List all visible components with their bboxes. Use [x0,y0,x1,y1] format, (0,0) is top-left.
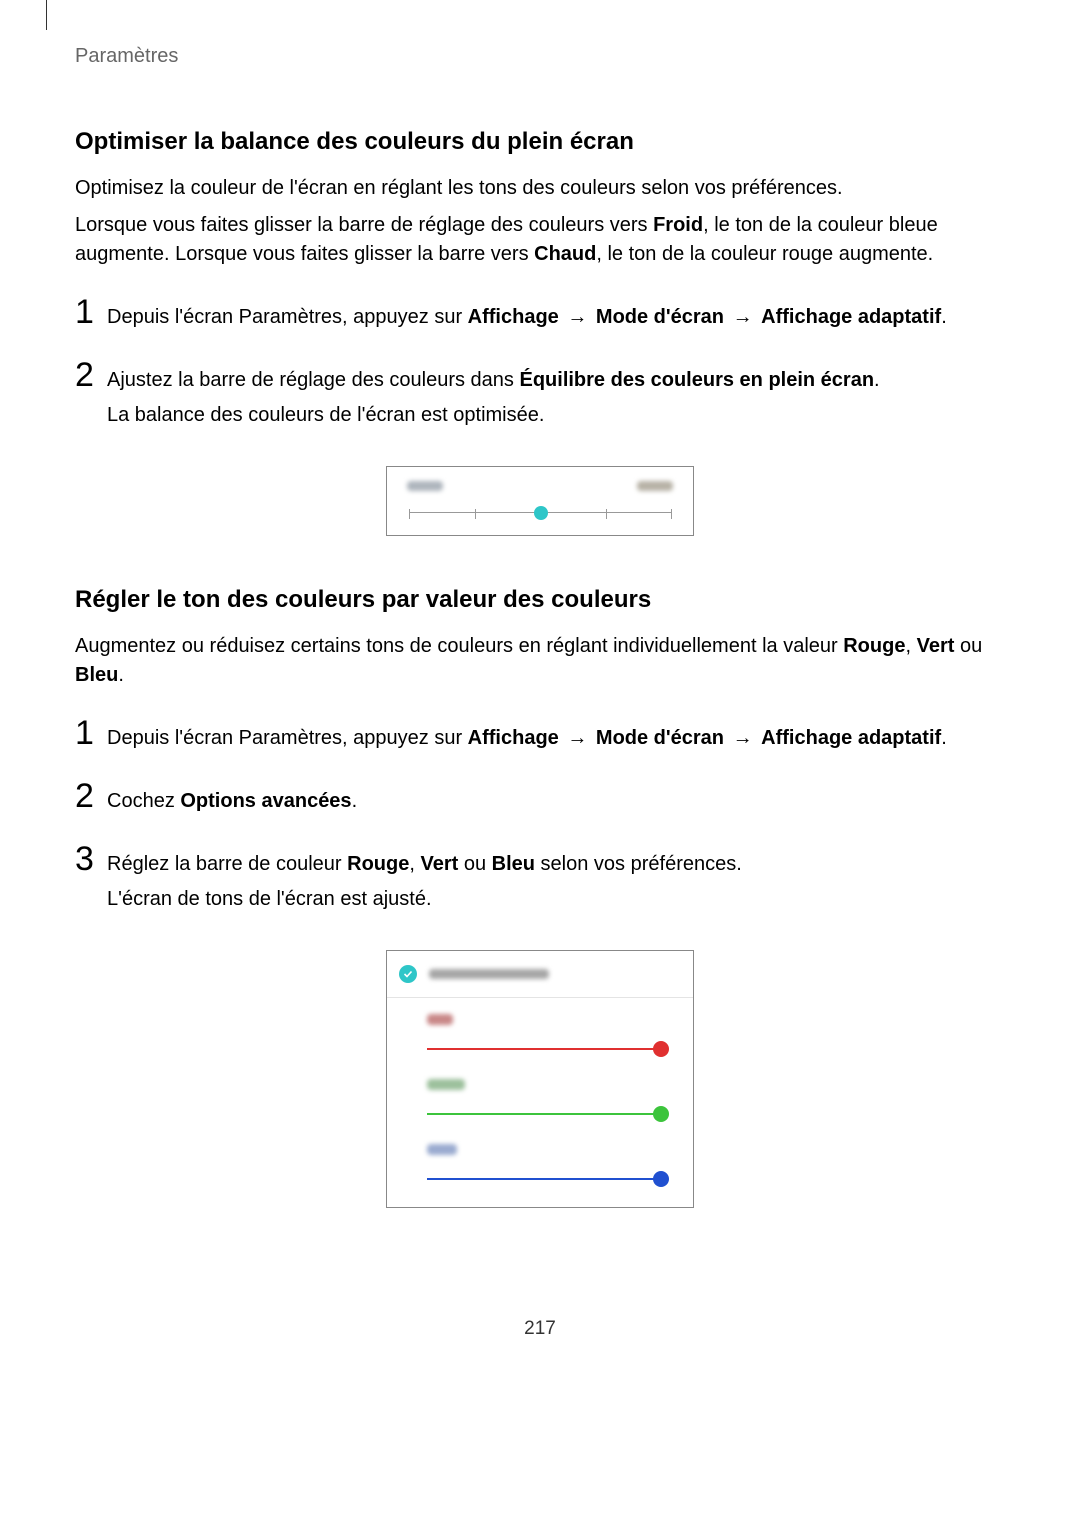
text-fragment: . [874,369,880,391]
text-fragment: , le ton de la couleur rouge augmente. [596,243,933,265]
bold-mode-ecran: Mode d'écran [596,727,724,749]
bold-adaptatif: Affichage adaptatif [761,727,941,749]
text-fragment: selon vos préférences. [535,853,742,875]
text-fragment: Depuis l'écran Paramètres, appuyez sur [107,306,468,328]
step-body: Réglez la barre de couleur Rouge, Vert o… [107,848,1005,920]
result-text: L'écran de tons de l'écran est ajusté. [107,885,1005,914]
text-fragment: Cochez [107,790,180,812]
bold-warm: Chaud [534,243,596,265]
text-fragment: Réglez la barre de couleur [107,853,347,875]
rgb-slider-row-blue [387,1128,693,1193]
slider-thumb[interactable] [534,506,548,520]
text-fragment: . [352,790,358,812]
text-fragment: , [409,853,420,875]
bold-adaptatif: Affichage adaptatif [761,306,941,328]
bold-equilibre: Équilibre des couleurs en plein écran [519,369,874,391]
bold-vert: Vert [917,635,955,657]
slider-tick [606,509,607,519]
slider-label-cold [407,481,443,491]
bold-affichage: Affichage [468,727,559,749]
step-body: Depuis l'écran Paramètres, appuyez sur A… [107,301,1005,332]
text-fragment: . [941,727,947,749]
slider-track [427,1113,659,1115]
checkmark-icon [399,965,417,983]
bold-cold: Froid [653,214,703,236]
text-fragment: Depuis l'écran Paramètres, appuyez sur [107,727,468,749]
advanced-options-checkbox-row[interactable] [387,951,693,998]
heading-adjust-tone-by-value: Régler le ton des couleurs par valeur de… [75,586,1005,614]
slider-track [427,1048,659,1050]
rgb-label-blue-blurred [427,1144,457,1155]
bold-vert: Vert [420,853,458,875]
slider-thumb[interactable] [653,1106,669,1122]
text-fragment: Augmentez ou réduisez certains tons de c… [75,635,843,657]
bold-mode-ecran: Mode d'écran [596,306,724,328]
arrow-icon: → [559,727,596,749]
bold-options-avancees: Options avancées [180,790,351,812]
slider-tick [409,509,410,519]
step-number: 1 [75,716,107,750]
step-body: Depuis l'écran Paramètres, appuyez sur A… [107,722,1005,753]
page-number: 217 [0,1318,1080,1340]
bold-rouge: Rouge [347,853,409,875]
slider-tick [671,509,672,519]
step-1: 1 Depuis l'écran Paramètres, appuyez sur… [75,301,1005,332]
breadcrumb: Paramètres [75,45,1005,68]
step-body: Ajustez la barre de réglage des couleurs… [107,364,1005,436]
arrow-icon: → [559,306,596,328]
bold-affichage: Affichage [468,306,559,328]
step-number: 2 [75,358,107,392]
step-number: 3 [75,842,107,876]
figure-color-balance-slider [386,466,694,536]
step-3: 3 Réglez la barre de couleur Rouge, Vert… [75,848,1005,920]
rgb-label-green-blurred [427,1079,465,1090]
text-fragment: Ajustez la barre de réglage des couleurs… [107,369,519,391]
slider-thumb[interactable] [653,1171,669,1187]
step-2: 2 Cochez Options avancées. [75,785,1005,816]
bold-bleu: Bleu [75,664,118,686]
advanced-options-label-blurred [429,969,549,979]
bold-bleu: Bleu [492,853,535,875]
page-top-marker [46,0,47,30]
step-1: 1 Depuis l'écran Paramètres, appuyez sur… [75,722,1005,753]
rgb-slider-green[interactable] [427,1108,669,1120]
rgb-slider-blue[interactable] [427,1173,669,1185]
rgb-label-red-blurred [427,1014,453,1025]
text-fragment: ou [458,853,491,875]
rgb-slider-row-green [387,1063,693,1128]
rgb-slider-red[interactable] [427,1043,669,1055]
result-text: La balance des couleurs de l'écran est o… [107,401,1005,430]
bold-rouge: Rouge [843,635,905,657]
text-fragment: ou [954,635,982,657]
text-fragment: , [905,635,916,657]
step-number: 1 [75,295,107,329]
arrow-icon: → [724,306,761,328]
heading-optimize-color-balance: Optimiser la balance des couleurs du ple… [75,128,1005,156]
step-number: 2 [75,779,107,813]
step-body: Cochez Options avancées. [107,785,1005,816]
arrow-icon: → [724,727,761,749]
text-fragment: . [941,306,947,328]
slider-thumb[interactable] [653,1041,669,1057]
text-fragment: . [118,664,124,686]
intro-text: Augmentez ou réduisez certains tons de c… [75,632,1005,690]
slider-label-warm [637,481,673,491]
slider-tick [475,509,476,519]
slider-track [427,1178,659,1180]
intro-text-2: Lorsque vous faites glisser la barre de … [75,211,1005,269]
text-fragment: Lorsque vous faites glisser la barre de … [75,214,653,236]
rgb-slider-row-red [387,998,693,1063]
intro-text: Optimisez la couleur de l'écran en régla… [75,174,1005,203]
figure-rgb-sliders [386,950,694,1208]
step-2: 2 Ajustez la barre de réglage des couleu… [75,364,1005,436]
